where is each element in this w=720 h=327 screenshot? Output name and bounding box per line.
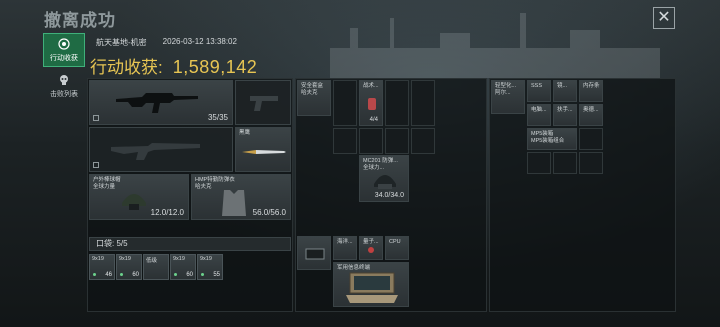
pocket-ammo-5[interactable]: 9x19 55 xyxy=(197,254,223,280)
armor-durability: 56.0/56.0 xyxy=(252,208,286,217)
backpack-item-4[interactable]: CPU xyxy=(385,236,409,260)
backpack-item-3[interactable]: 量子... xyxy=(359,236,383,260)
page-title: 撤离成功 xyxy=(44,11,116,30)
background-skyline xyxy=(330,13,660,78)
backpack-item-terminal[interactable]: 军用信息终端 xyxy=(333,262,409,307)
rig-empty-slot[interactable] xyxy=(333,80,357,126)
rig-empty-slot[interactable] xyxy=(385,80,409,126)
pocket-ammo-2[interactable]: 9x19 60 xyxy=(116,254,142,280)
pocket-item-3[interactable]: 低级 xyxy=(143,254,169,280)
body-armor-icon xyxy=(222,190,246,216)
armor-slot[interactable]: HMP特勤防弹衣 哈夫克 56.0/56.0 xyxy=(191,174,291,220)
earnings-label: 行动收获: xyxy=(90,58,163,77)
melee-slot[interactable]: 黑鹰 xyxy=(235,127,291,172)
safebox-empty-slot[interactable] xyxy=(579,152,603,174)
rig-empty-slot[interactable] xyxy=(333,128,357,154)
earnings: 行动收获: 1,589,142 xyxy=(90,53,257,78)
safebox-empty-slot[interactable] xyxy=(527,152,551,174)
device-icon xyxy=(305,248,325,260)
pocket-ammo-1[interactable]: 9x19 46 xyxy=(89,254,115,280)
rig-empty-slot[interactable] xyxy=(385,128,409,154)
safebox-empty-slot[interactable] xyxy=(579,128,603,150)
sidearm-slot[interactable] xyxy=(235,80,291,125)
safebox-item-1[interactable]: 轻型化... 阿尔... xyxy=(491,80,525,114)
session-info: 航天基地-机密 2026-03-12 13:38:02 xyxy=(96,37,237,48)
laptop-case-icon xyxy=(346,272,398,303)
helmet-icon xyxy=(374,175,396,189)
tab-kill-list-label: 击败列表 xyxy=(50,90,78,98)
melee-label: 黑鹰 xyxy=(239,130,251,136)
assault-rifle-icon xyxy=(116,93,198,113)
tab-kill-list[interactable]: 击败列表 xyxy=(43,69,85,103)
backpack-helmet-durability: 34.0/34.0 xyxy=(374,192,404,199)
rig-item-1[interactable]: 安全套盒 哈夫克 xyxy=(297,80,331,116)
earnings-value: 1,589,142 xyxy=(172,57,258,77)
primary-weapon-durability: 35/35 xyxy=(207,113,228,122)
helmet-durability: 12.0/12.0 xyxy=(150,208,184,217)
map-name: 航天基地-机密 xyxy=(96,38,147,47)
helmet-slot[interactable]: 户外棒球帽 全球力量 12.0/12.0 xyxy=(89,174,189,220)
safebox-item-5[interactable]: 电脑... xyxy=(527,104,551,126)
rig-item-2[interactable]: 战术... 4/4 xyxy=(359,80,383,126)
pocket-header: 口袋: 5/5 xyxy=(89,237,291,251)
pocket-ammo-4[interactable]: 9x19 60 xyxy=(170,254,196,280)
tab-loot-summary[interactable]: 行动收获 xyxy=(43,33,85,67)
close-button[interactable]: ✕ xyxy=(653,7,675,29)
safebox-item-4[interactable]: 内存条 xyxy=(579,80,603,102)
target-icon xyxy=(58,37,70,50)
lock-icon xyxy=(93,115,99,121)
grenade-icon xyxy=(368,98,376,110)
pistol-icon xyxy=(250,96,278,111)
rifle-placeholder-icon xyxy=(111,143,200,160)
safebox-item-2[interactable]: SSS xyxy=(527,80,551,102)
safebox-item-6[interactable]: 扶手... xyxy=(553,104,577,126)
knife-icon xyxy=(242,150,286,154)
safebox-item-3[interactable]: 镜... xyxy=(553,80,577,102)
rig-item-2-count: 4/4 xyxy=(369,117,378,123)
close-icon: ✕ xyxy=(657,9,671,26)
tab-loot-summary-label: 行动收获 xyxy=(50,54,78,62)
rig-empty-slot[interactable] xyxy=(411,80,435,126)
helmet-label: 户外棒球帽 全球力量 xyxy=(93,177,121,190)
rig-empty-slot[interactable] xyxy=(359,128,383,154)
primary-weapon-slot[interactable]: 35/35 xyxy=(89,80,233,125)
secondary-weapon-slot[interactable] xyxy=(89,127,233,172)
red-indicator-icon xyxy=(368,247,374,253)
safebox-empty-slot[interactable] xyxy=(553,152,577,174)
skull-icon xyxy=(60,74,68,85)
rig-empty-slot[interactable] xyxy=(411,128,435,154)
backpack-helmet-item[interactable]: MC201 防弹... 全球力... 34.0/34.0 xyxy=(359,155,409,202)
safebox-item-mp5[interactable]: MP5装箱 MP5装箱组合 xyxy=(527,128,577,150)
backpack-item-1[interactable] xyxy=(297,236,331,270)
lock-icon xyxy=(93,162,99,168)
safebox-item-7[interactable]: 奥德... xyxy=(579,104,603,126)
session-timestamp: 2026-03-12 13:38:02 xyxy=(162,37,237,46)
backpack-item-2[interactable]: 海洋... xyxy=(333,236,357,260)
helmet-icon xyxy=(122,194,146,210)
